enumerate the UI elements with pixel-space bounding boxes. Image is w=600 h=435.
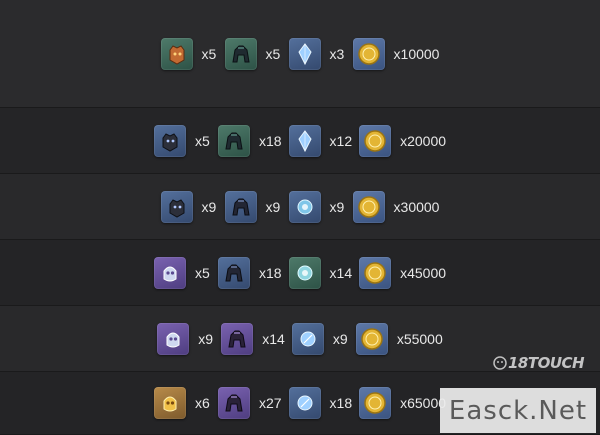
crystal-blue-icon [288, 37, 321, 70]
quantity-label: x55000 [396, 330, 443, 347]
cost-item: x9 [291, 322, 349, 355]
relic-gold-icon [153, 387, 186, 419]
cost-item: x3 [288, 37, 346, 70]
relic-dark-blue-icon [153, 124, 186, 157]
quantity-label: x14 [262, 330, 285, 347]
cost-row-4: x5 x18 x14 x45000 [0, 240, 600, 306]
cost-item: x18 [217, 256, 282, 289]
relic-purple-icon [221, 322, 254, 355]
quantity-label: x5 [201, 45, 217, 62]
crystal-blue-icon [288, 124, 321, 157]
cost-item: x5 [160, 37, 218, 70]
gold-coin-icon [352, 37, 385, 70]
quantity-label: x9 [329, 198, 345, 215]
mascot-icon [493, 356, 507, 370]
quantity-label: x5 [194, 264, 210, 281]
cost-item: x45000 [359, 256, 447, 289]
cost-item: x12 [288, 124, 353, 157]
quantity-label: x9 [201, 198, 217, 215]
relic-purple-icon [157, 322, 190, 355]
watermark-logo-text: 18TOUCH [508, 354, 585, 372]
relic-dark-blue-icon [224, 190, 257, 223]
quantity-label: x5 [265, 45, 281, 62]
gold-coin-icon [359, 387, 392, 419]
relic-dark-blue-icon [160, 190, 193, 223]
quantity-label: x18 [258, 264, 282, 281]
cost-item: x9 [288, 190, 346, 223]
gold-coin-icon [359, 256, 392, 289]
watermark-logo: 18TOUCH [492, 352, 588, 390]
quantity-label: x9 [332, 330, 348, 347]
relic-dark-green-icon [224, 37, 257, 70]
quantity-label: x12 [329, 132, 353, 149]
quantity-label: x30000 [393, 198, 440, 215]
quantity-label: x9 [198, 330, 214, 347]
crystal-blue-icon [288, 387, 321, 419]
quantity-label: x3 [329, 45, 345, 62]
cost-item: x9 [160, 190, 218, 223]
cost-item: x65000 [359, 387, 446, 419]
cost-item: x14 [221, 322, 285, 355]
cost-item: x5 [153, 256, 211, 289]
cost-row-3: x9 x9 x9 x30000 [0, 174, 600, 240]
quantity-label: x18 [258, 132, 282, 149]
cost-item: x10000 [352, 37, 440, 70]
cost-item: x18 [288, 387, 353, 419]
quantity-label: x20000 [400, 132, 447, 149]
relic-dark-blue-icon [217, 256, 250, 289]
crystal-blue-icon [291, 322, 324, 355]
quantity-label: x18 [329, 395, 353, 411]
cost-item: x5 [224, 37, 282, 70]
quantity-label: x14 [329, 264, 353, 281]
quantity-label: x5 [194, 132, 210, 149]
watermark-site-text: Easck.Net [448, 395, 588, 426]
gold-coin-icon [352, 190, 385, 223]
relic-orange-icon [160, 37, 193, 70]
cost-item: x9 [157, 322, 214, 355]
crystal-green-icon [288, 256, 321, 289]
crystal-blue-icon [288, 190, 321, 223]
cost-item: x9 [224, 190, 282, 223]
quantity-label: x27 [258, 395, 282, 411]
relic-purple-icon [153, 256, 186, 289]
gold-coin-icon [355, 322, 388, 355]
quantity-label: x6 [194, 395, 210, 411]
cost-item: x5 [153, 124, 211, 157]
cost-item: x27 [217, 387, 282, 419]
quantity-label: x45000 [400, 264, 447, 281]
cost-item: x14 [288, 256, 353, 289]
cost-item: x30000 [352, 190, 440, 223]
cost-row-1: x5 x5 x3 x10000 [0, 0, 600, 108]
watermark-site: Easck.Net [440, 388, 596, 433]
quantity-label: x9 [265, 198, 281, 215]
cost-item: x18 [217, 124, 282, 157]
cost-item: x20000 [359, 124, 447, 157]
relic-purple-icon [217, 387, 250, 419]
relic-dark-green-icon [217, 124, 250, 157]
cost-item: x6 [153, 387, 211, 419]
cost-row-2: x5 x18 x12 x20000 [0, 108, 600, 174]
cost-item: x55000 [355, 322, 443, 355]
gold-coin-icon [359, 124, 392, 157]
quantity-label: x10000 [393, 45, 440, 62]
